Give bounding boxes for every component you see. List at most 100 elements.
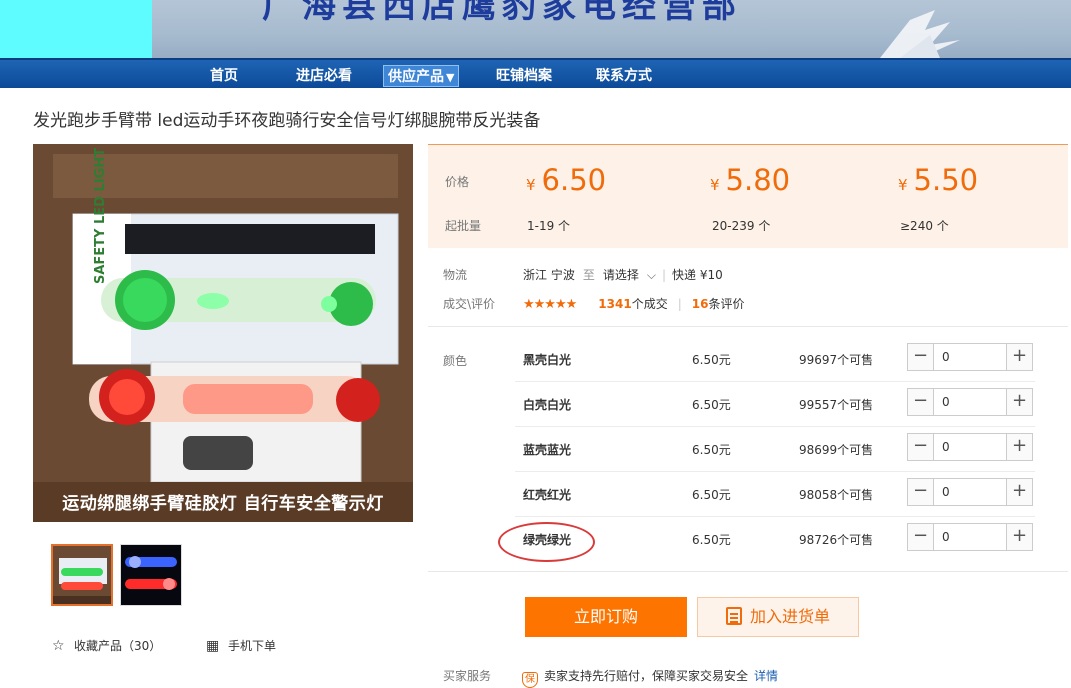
banner-left-block [0, 0, 152, 58]
nav-archive[interactable]: 旺铺档案 [496, 65, 552, 87]
tier-qty-3: ≥240 个 [900, 219, 949, 233]
favorite-product[interactable]: ☆ 收藏产品（30） [52, 637, 161, 654]
sku-stock: 99557个可售 [799, 398, 874, 412]
express-fee: 快递 ¥10 [672, 268, 723, 282]
tier-price-3: ¥5.50 [898, 163, 978, 197]
service-text: 卖家支持先行赔付，保障买家交易安全 [544, 669, 749, 683]
increment-button[interactable]: + [1006, 389, 1032, 415]
quantity-input[interactable] [935, 524, 1005, 550]
sku-name: 白壳白光 [523, 398, 572, 412]
divider [428, 571, 1068, 572]
nav-contact[interactable]: 联系方式 [596, 65, 652, 87]
review-count[interactable]: 16 [692, 297, 709, 311]
increment-button[interactable]: + [1006, 479, 1032, 505]
shield-icon: 保 [522, 672, 538, 688]
nav-must-read[interactable]: 进店必看 [296, 65, 352, 87]
sku-price: 6.50元 [692, 398, 731, 412]
eagle-graphic [880, 10, 960, 58]
quantity-input[interactable] [935, 479, 1005, 505]
quantity-stepper: − + [907, 388, 1033, 416]
add-to-cart-button[interactable]: 加入进货单 [697, 597, 859, 637]
ship-from: 浙江 宁波 [523, 268, 575, 282]
sku-price: 6.50元 [692, 533, 731, 547]
divider [428, 326, 1068, 327]
service-details-link[interactable]: 详情 [754, 669, 778, 683]
logistics-info: 浙江 宁波至请选择 ⌵ | 快递 ¥10 [523, 266, 723, 283]
decrement-button[interactable]: − [908, 434, 934, 460]
shop-nav-bar: 首页 进店必看 供应产品 ▼ 旺铺档案 联系方式 [0, 58, 1071, 88]
tier-price-value: 5.80 [725, 163, 791, 197]
color-label: 颜色 [443, 354, 468, 368]
nav-products-label: 供应产品 [388, 69, 444, 85]
sku-row: 白壳白光 6.50元 99557个可售 − + [515, 382, 1035, 427]
sku-price: 6.50元 [692, 353, 731, 367]
thumbnail-1-image [53, 546, 111, 604]
sku-stock: 98058个可售 [799, 488, 874, 502]
sku-name: 黑壳白光 [523, 353, 572, 367]
thumbnail-2-image [121, 545, 181, 605]
chevron-down-icon[interactable]: ⌵ [647, 268, 656, 282]
tier-qty-2: 20-239 个 [712, 219, 771, 233]
ship-to-word: 至 [582, 268, 595, 282]
destination-select[interactable]: 请选择 [603, 268, 639, 282]
red-circle-annotation [498, 522, 595, 562]
price-label: 价格 [445, 175, 470, 189]
buyer-service: 保卖家支持先行赔付，保障买家交易安全 详情 [522, 667, 778, 688]
thumbnail-2[interactable] [120, 544, 182, 606]
currency-symbol: ¥ [710, 176, 720, 194]
deals-suffix: 个成交 [631, 297, 668, 311]
decrement-button[interactable]: − [908, 524, 934, 550]
sku-row: 红壳红光 6.50元 98058个可售 − + [515, 472, 1035, 517]
decrement-button[interactable]: − [908, 344, 934, 370]
increment-button[interactable]: + [1006, 524, 1032, 550]
package-label: SAFETY LED LIGHT [93, 148, 108, 284]
quantity-input[interactable] [935, 389, 1005, 415]
thumbnail-1[interactable] [51, 544, 113, 606]
deals-count[interactable]: 1341 [598, 297, 631, 311]
clipboard-icon [725, 607, 742, 625]
image-caption: 运动绑腿绑手臂硅胶灯 自行车安全警示灯 [62, 494, 384, 514]
favorite-label: 收藏产品（30） [74, 639, 162, 653]
buy-now-button[interactable]: 立即订购 [525, 597, 687, 637]
quantity-stepper: − + [907, 523, 1033, 551]
nav-products[interactable]: 供应产品 ▼ [383, 65, 460, 87]
add-to-cart-label: 加入进货单 [749, 607, 830, 626]
mobile-order-label: 手机下单 [228, 639, 277, 653]
tier-qty-1: 1-19 个 [527, 219, 571, 233]
decrement-button[interactable]: − [908, 389, 934, 415]
tier-price-value: 5.50 [913, 163, 979, 197]
tier-price-1: ¥6.50 [526, 163, 606, 197]
quantity-stepper: − + [907, 343, 1033, 371]
logistics-label: 物流 [443, 268, 468, 282]
sku-row: 蓝壳蓝光 6.50元 98699个可售 − + [515, 427, 1035, 472]
quantity-input[interactable] [935, 434, 1005, 460]
reviews-label: 成交\评价 [443, 297, 496, 311]
rating-info: ★★★★★ 1341个成交 | 16条评价 [523, 295, 744, 312]
moq-label: 起批量 [445, 219, 482, 233]
mobile-order[interactable]: ▦ 手机下单 [206, 637, 276, 654]
nav-home[interactable]: 首页 [210, 65, 238, 87]
sku-stock: 98726个可售 [799, 533, 874, 547]
sku-price: 6.50元 [692, 443, 731, 457]
review-suffix: 条评价 [708, 297, 745, 311]
product-title: 发光跑步手臂带 led运动手环夜跑骑行安全信号灯绑腿腕带反光装备 [33, 111, 541, 131]
divider: | [677, 297, 682, 311]
quantity-stepper: − + [907, 433, 1033, 461]
currency-symbol: ¥ [898, 176, 908, 194]
sku-price: 6.50元 [692, 488, 731, 502]
sku-stock: 99697个可售 [799, 353, 874, 367]
quantity-input[interactable] [935, 344, 1005, 370]
increment-button[interactable]: + [1006, 344, 1032, 370]
tier-price-value: 6.50 [541, 163, 607, 197]
service-label: 买家服务 [443, 669, 492, 683]
product-main-image[interactable]: SAFETY LED LIGHT 运动绑腿绑手臂硅胶灯 自行车安全警示灯 [33, 144, 413, 522]
increment-button[interactable]: + [1006, 434, 1032, 460]
currency-symbol: ¥ [526, 176, 536, 194]
qrcode-icon: ▦ [206, 638, 220, 654]
tier-price-2: ¥5.80 [710, 163, 790, 197]
shop-name: 广海县西店鹰豹家电经营部 [262, 0, 742, 26]
rating-stars-icon: ★★★★★ [523, 297, 577, 312]
star-outline-icon: ☆ [52, 638, 65, 654]
decrement-button[interactable]: − [908, 479, 934, 505]
sku-name: 红壳红光 [523, 488, 572, 502]
